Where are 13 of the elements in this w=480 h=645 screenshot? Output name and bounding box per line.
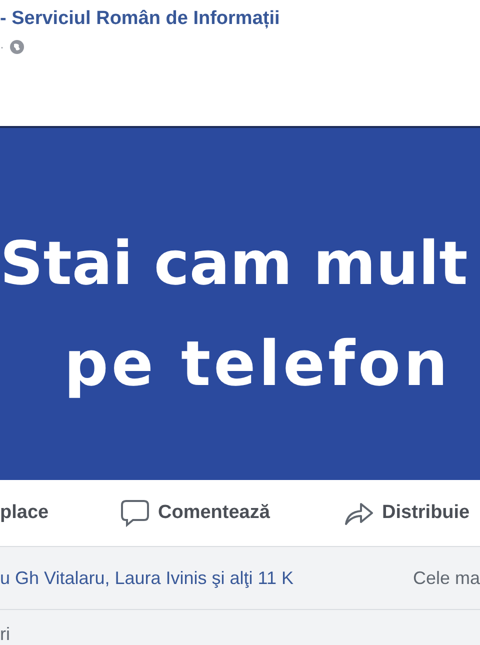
like-button[interactable]: place <box>0 502 120 524</box>
comments-link[interactable]: ri <box>0 624 10 644</box>
image-caption: pe telefon <box>64 326 451 402</box>
comment-button[interactable]: Comentează <box>120 498 344 528</box>
speech-bubble-icon <box>120 498 150 528</box>
reactions-summary[interactable]: u Gh Vitalaru, Laura Ivinis şi alţi 11 K <box>0 568 294 588</box>
share-button[interactable]: Distribuie <box>344 500 470 526</box>
page-name[interactable]: - Serviciul Român de Informații <box>0 6 280 32</box>
image-caption: Stai cam mult <box>0 228 468 301</box>
share-arrow-icon <box>344 500 374 526</box>
sort-link[interactable]: Cele ma <box>412 568 480 588</box>
separator-dot: · <box>0 40 4 54</box>
globe-icon <box>10 40 24 54</box>
